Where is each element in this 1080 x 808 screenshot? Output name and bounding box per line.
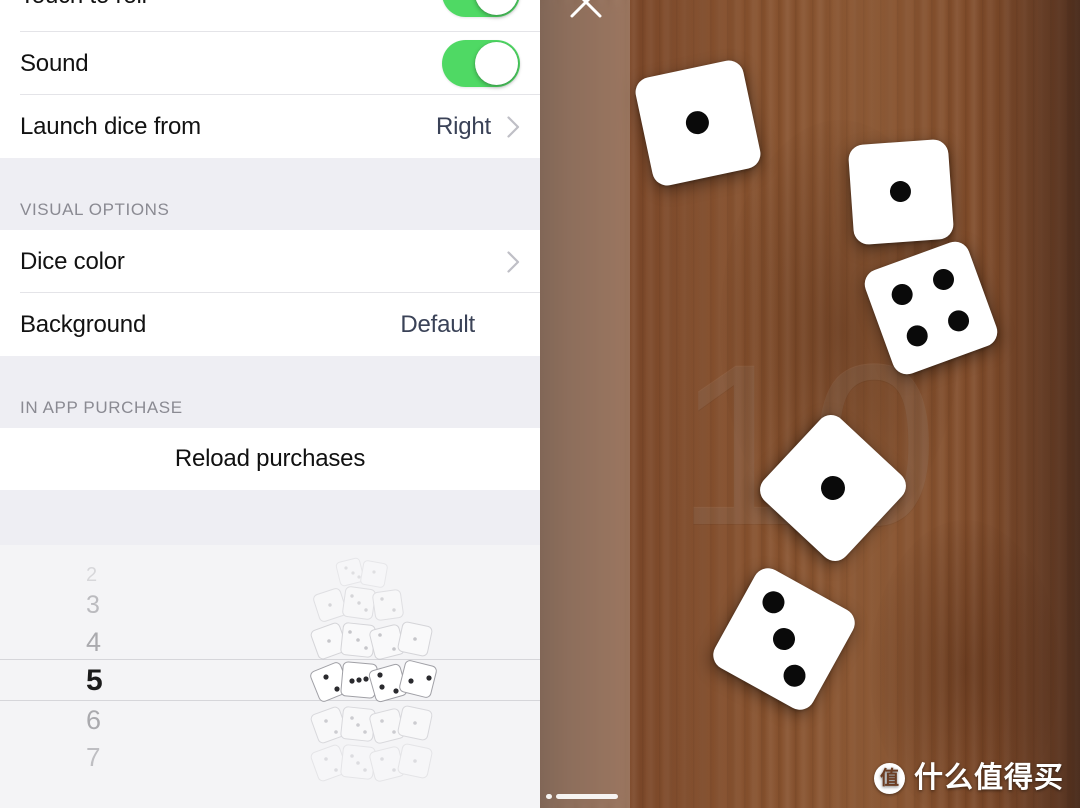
home-indicator bbox=[546, 794, 618, 799]
section-header-in-app-purchase: IN APP PURCHASE bbox=[0, 356, 540, 428]
dice-count-picker[interactable]: 2 3 4 5 6 7 bbox=[0, 545, 540, 808]
picker-column-numbers[interactable]: 2 3 4 5 6 7 bbox=[0, 545, 270, 808]
dice-game-view[interactable]: 10 bbox=[540, 0, 1080, 808]
picker-option[interactable]: 4 bbox=[0, 625, 270, 660]
picker-dice-preview[interactable] bbox=[270, 705, 540, 744]
settings-row-label: Sound bbox=[20, 49, 89, 77]
settings-row-value: Default bbox=[400, 310, 475, 338]
settings-row-label: Background bbox=[20, 310, 147, 338]
settings-row-background[interactable]: Background Default bbox=[0, 293, 540, 356]
die-pip bbox=[758, 587, 789, 618]
die-pip bbox=[945, 307, 973, 335]
chevron-right-icon bbox=[507, 115, 520, 138]
section-header-label: IN APP PURCHASE bbox=[20, 398, 183, 417]
die-pip bbox=[930, 266, 957, 293]
close-icon[interactable] bbox=[566, 0, 606, 22]
picker-dice-preview[interactable] bbox=[270, 743, 540, 782]
die-pip bbox=[888, 281, 916, 309]
picker-option-label: 4 bbox=[86, 627, 102, 657]
section-gap bbox=[0, 490, 540, 547]
settings-pane: Touch to roll Sound Launch dice from Rig… bbox=[0, 0, 540, 808]
picker-option-label: 3 bbox=[86, 591, 100, 619]
picker-dice-preview[interactable] bbox=[270, 585, 540, 622]
brand-watermark: 值 什么值得买 bbox=[873, 762, 1064, 794]
picker-option[interactable]: 7 bbox=[0, 739, 270, 774]
section-header-visual-options: VISUAL OPTIONS bbox=[0, 158, 540, 230]
settings-row-dice-color[interactable]: Dice color bbox=[0, 230, 540, 293]
die-pip bbox=[683, 108, 712, 137]
picker-option[interactable]: 3 bbox=[0, 588, 270, 623]
picker-column-dice-preview[interactable] bbox=[270, 545, 540, 808]
screen-root: Touch to roll Sound Launch dice from Rig… bbox=[0, 0, 1080, 808]
brand-badge-icon: 值 bbox=[873, 763, 905, 794]
picker-dice-preview-selected[interactable] bbox=[270, 659, 540, 702]
picker-option-label: 7 bbox=[86, 741, 101, 772]
die-pip bbox=[889, 180, 912, 203]
brand-text: 什么值得买 bbox=[913, 762, 1064, 794]
picker-option[interactable]: 6 bbox=[0, 703, 270, 738]
settings-sheet-overlay[interactable] bbox=[540, 0, 630, 808]
picker-option-label: 6 bbox=[86, 705, 102, 735]
die-pip bbox=[779, 660, 810, 691]
picker-option-selected[interactable]: 5 bbox=[0, 663, 270, 698]
toggle-touch-to-roll[interactable] bbox=[442, 0, 520, 17]
die-pip bbox=[769, 624, 799, 654]
settings-row-value: Right bbox=[435, 112, 491, 140]
settings-row-sound[interactable]: Sound bbox=[0, 32, 540, 95]
toggle-sound[interactable] bbox=[442, 40, 520, 87]
picker-option-label: 5 bbox=[86, 663, 103, 697]
chevron-right-icon bbox=[507, 250, 520, 273]
settings-row-label: Dice color bbox=[20, 247, 125, 275]
toggle-knob bbox=[475, 42, 518, 85]
settings-row-label: Launch dice from bbox=[20, 112, 201, 140]
section-header-label: VISUAL OPTIONS bbox=[20, 200, 170, 219]
die-2[interactable] bbox=[847, 138, 955, 246]
picker-option[interactable]: 2 bbox=[0, 557, 270, 592]
settings-row-launch-dice-from[interactable]: Launch dice from Right bbox=[0, 95, 540, 158]
toggle-knob bbox=[475, 0, 518, 15]
die-pip bbox=[816, 471, 850, 505]
reload-purchases-button[interactable]: Reload purchases bbox=[0, 428, 540, 490]
die-1[interactable] bbox=[632, 57, 764, 189]
picker-dice-preview[interactable] bbox=[270, 621, 540, 660]
picker-option-label: 2 bbox=[86, 563, 98, 586]
settings-row-label: Touch to roll bbox=[20, 0, 147, 8]
reload-purchases-label: Reload purchases bbox=[174, 445, 366, 472]
settings-row-touch-to-roll[interactable]: Touch to roll bbox=[0, 0, 540, 32]
die-5[interactable] bbox=[707, 562, 861, 716]
die-pip bbox=[903, 322, 931, 350]
